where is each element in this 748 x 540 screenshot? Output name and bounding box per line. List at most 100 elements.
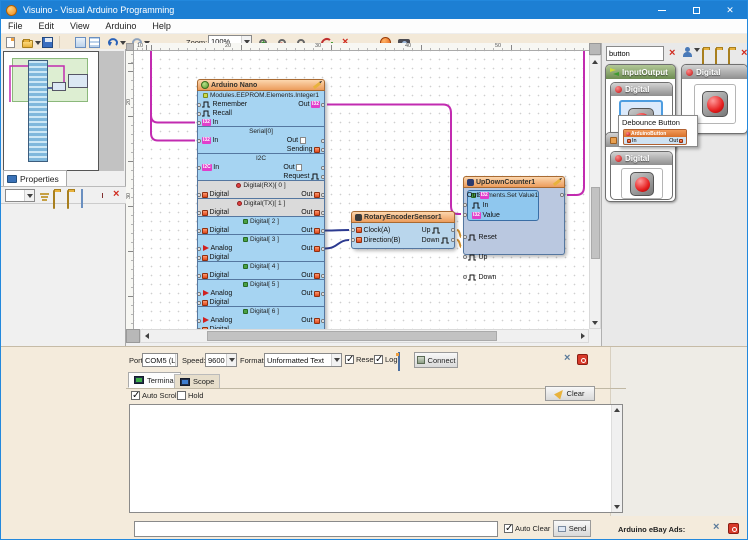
terminal-scroll-down-icon[interactable] (612, 502, 622, 512)
digital-header[interactable]: Digital (682, 65, 747, 79)
component-updown-counter[interactable]: UpDownCounter1 Elements.Set Value1 In I3… (463, 176, 565, 281)
diagram-overview[interactable] (3, 51, 99, 171)
pin-dot[interactable] (198, 228, 201, 233)
tab-properties[interactable]: Properties (3, 170, 67, 186)
canvas-hscrollbar[interactable] (140, 329, 589, 343)
close-palette-icon[interactable]: × (741, 48, 747, 59)
pin-dot[interactable] (198, 300, 201, 305)
pin-dot[interactable] (463, 212, 467, 217)
digital-subheader-2[interactable]: Digital (611, 152, 672, 165)
pin-dot[interactable] (198, 102, 201, 107)
pin-dot[interactable] (321, 174, 324, 179)
auto-clear-checkbox[interactable]: Auto Clear (504, 523, 550, 534)
pin-dot[interactable] (463, 274, 467, 279)
pin-dot[interactable] (198, 120, 201, 125)
inputoutput-header[interactable]: InputOutput (606, 65, 675, 79)
send-button[interactable]: Send (553, 520, 591, 537)
component-arduino-nano[interactable]: Arduino Nano Modules.EEPROM.Elements.Int… (197, 79, 325, 329)
button-component-2[interactable] (621, 168, 663, 199)
serial-power-icon[interactable] (577, 354, 588, 365)
log-checkbox[interactable]: Log (374, 354, 398, 365)
tab-scope[interactable]: Scope (174, 374, 221, 388)
menu-file[interactable]: File (1, 19, 30, 34)
wire-digital3-to-direction[interactable] (324, 239, 350, 250)
digital-subheader[interactable]: Digital (611, 83, 672, 96)
expand-folder-icon[interactable] (67, 190, 69, 209)
pin-dot[interactable] (321, 192, 324, 197)
pin-dot[interactable] (198, 192, 201, 197)
terminal-scroll-up-icon[interactable] (612, 405, 622, 415)
edit-pencil-icon[interactable] (312, 81, 322, 89)
pin-dot[interactable] (321, 102, 324, 107)
expand-all-icon[interactable] (81, 189, 83, 208)
menu-edit[interactable]: Edit (32, 19, 62, 34)
canvas-vscrollbar[interactable] (589, 55, 601, 329)
pin-dot[interactable] (198, 273, 201, 278)
open-project-icon[interactable] (22, 36, 33, 49)
pin-dot[interactable] (351, 237, 355, 242)
terminal-output[interactable] (129, 404, 623, 513)
menu-help[interactable]: Help (145, 19, 178, 34)
layout-grid-icon[interactable] (89, 36, 100, 49)
scroll-right-icon[interactable] (577, 330, 588, 342)
pin-dot[interactable] (198, 255, 201, 260)
send-input[interactable] (134, 521, 498, 537)
wire-eeprom-out-to-setvalue[interactable] (327, 103, 461, 215)
pin-dot[interactable] (351, 227, 355, 232)
pin-dot[interactable] (451, 227, 455, 232)
sort-icon[interactable] (39, 190, 50, 208)
component-rotary-encoder[interactable]: RotaryEncoderSensor1 Clock(A) Direction(… (351, 211, 455, 249)
hscroll-thumb[interactable] (207, 331, 497, 341)
reset-checkbox[interactable]: Reset (345, 354, 376, 365)
maximize-button[interactable] (679, 1, 713, 19)
pin-dot[interactable] (463, 254, 467, 259)
pin-dot[interactable] (198, 291, 201, 296)
port-select[interactable]: COM5 (L (142, 353, 178, 367)
ads-tools-icon[interactable]: × (713, 522, 719, 533)
open-dropdown-icon[interactable] (35, 36, 41, 49)
pin-dot[interactable] (321, 246, 324, 251)
wire-feedback-to-eeprom-in[interactable] (150, 114, 195, 124)
menu-arduino[interactable]: Arduino (98, 19, 143, 34)
wire-down-to-down[interactable] (456, 239, 462, 248)
design-canvas[interactable]: Arduino Nano Modules.EEPROM.Elements.Int… (134, 51, 589, 329)
wire-up-to-up[interactable] (456, 229, 462, 238)
pin-dot[interactable] (321, 273, 324, 278)
vscroll-thumb[interactable] (591, 187, 600, 259)
terminal-scrollbar[interactable] (611, 405, 622, 512)
scroll-up-icon[interactable] (590, 56, 600, 67)
layout-panel-icon[interactable] (75, 36, 86, 49)
pin-dot[interactable] (321, 165, 324, 170)
serial-tools-icon[interactable]: × (564, 353, 570, 364)
close-button[interactable]: ✕ (713, 1, 747, 19)
category-folder-icon[interactable] (53, 190, 55, 209)
pin-dot[interactable] (321, 138, 324, 143)
undo-icon[interactable] (107, 36, 119, 49)
auto-scroll-checkbox[interactable]: Auto Scroll (131, 390, 178, 401)
ads-close-icon[interactable] (728, 523, 739, 534)
pin-dot[interactable] (198, 165, 201, 170)
pin-dot[interactable] (560, 192, 564, 197)
speed-select[interactable]: 9600 (205, 353, 237, 367)
pin-dot[interactable] (198, 318, 201, 323)
button-component-top[interactable] (694, 84, 736, 124)
wire-digital2-to-clock[interactable] (324, 229, 350, 232)
menu-view[interactable]: View (63, 19, 96, 34)
minimize-button[interactable] (645, 1, 679, 19)
palette-search-input[interactable] (606, 46, 664, 61)
save-icon[interactable] (42, 36, 53, 49)
arduino-header[interactable]: Arduino Nano (197, 79, 325, 91)
properties-filter-select[interactable] (5, 189, 35, 202)
pin-dot[interactable] (198, 111, 201, 116)
close-properties-icon[interactable]: × (113, 189, 119, 200)
wire-feedback-to-serial-in[interactable] (150, 51, 195, 142)
pin-dot[interactable] (321, 210, 324, 215)
pin-dot[interactable] (321, 318, 324, 323)
rotary-header[interactable]: RotaryEncoderSensor1 (351, 211, 455, 223)
pin-dot[interactable] (198, 246, 201, 251)
clear-search-icon[interactable]: × (669, 48, 675, 59)
pin-dot[interactable] (463, 234, 467, 239)
wire-counter-out[interactable] (567, 51, 585, 196)
pin-dot[interactable] (198, 210, 201, 215)
scroll-left-icon[interactable] (141, 330, 152, 342)
